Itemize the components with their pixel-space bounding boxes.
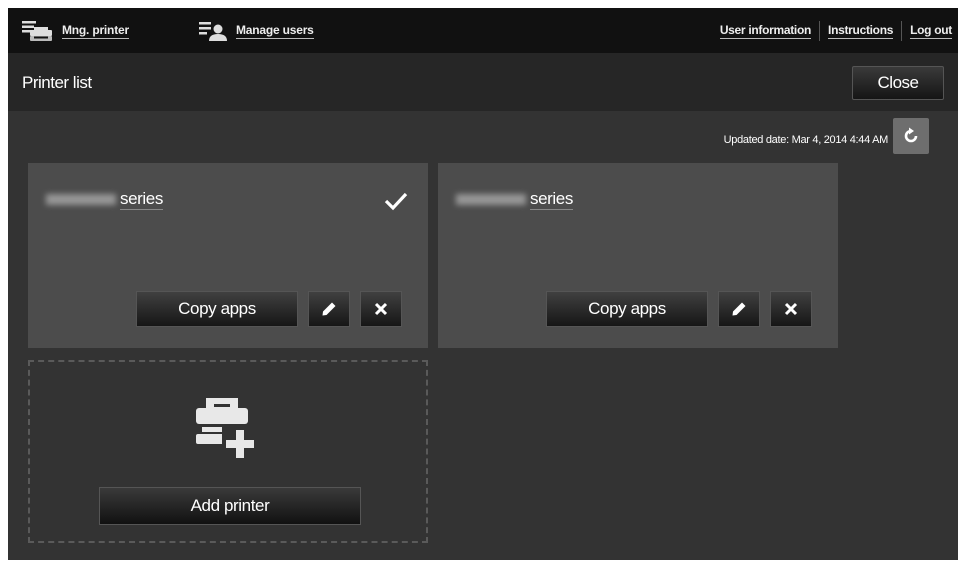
copy-apps-button[interactable]: Copy apps [546, 291, 708, 327]
page-title: Printer list [22, 73, 92, 92]
printer-list-icon [22, 20, 52, 41]
top-navigation-bar: Mng. printer Manage users User informati… [8, 8, 958, 53]
log-out-link[interactable]: Log out [910, 23, 952, 39]
copy-apps-button[interactable]: Copy apps [136, 291, 298, 327]
refresh-icon [904, 127, 918, 143]
user-information-link[interactable]: User information [719, 23, 811, 39]
printer-name-suffix: series [530, 189, 573, 210]
user-list-icon [199, 21, 227, 41]
printer-card[interactable]: series Copy apps [438, 163, 838, 348]
printer-card[interactable]: series Copy apps [28, 163, 428, 348]
account-links: User information Instructions Log out [719, 8, 958, 53]
refresh-button[interactable] [893, 118, 929, 154]
printer-name: series [456, 189, 573, 210]
nav-divider [819, 20, 821, 41]
delete-printer-button[interactable] [360, 291, 402, 327]
pencil-icon [322, 302, 336, 316]
title-bar: Printer list Close [8, 53, 958, 111]
edit-printer-button[interactable] [308, 291, 350, 327]
edit-printer-button[interactable] [718, 291, 760, 327]
close-button[interactable]: Close [852, 66, 944, 100]
redacted-model-name [46, 194, 116, 205]
mng-printer-link[interactable]: Mng. printer [20, 8, 129, 53]
printer-name: series [46, 189, 163, 210]
close-icon [784, 302, 798, 316]
close-icon [374, 302, 388, 316]
checkmark-icon [384, 191, 408, 216]
printer-list-app: Mng. printer Manage users User informati… [8, 8, 958, 560]
mng-printer-label: Mng. printer [62, 22, 129, 39]
manage-users-label: Manage users [236, 22, 314, 39]
instructions-link[interactable]: Instructions [828, 23, 893, 39]
nav-divider [901, 20, 903, 41]
pencil-icon [732, 302, 746, 316]
delete-printer-button[interactable] [770, 291, 812, 327]
manage-users-link[interactable]: Manage users [198, 8, 314, 53]
printer-name-suffix: series [120, 189, 163, 210]
updated-date-text: Updated date: Mar 4, 2014 4:44 AM [723, 134, 889, 146]
add-printer-button[interactable]: Add printer [99, 487, 361, 525]
redacted-model-name [456, 194, 526, 205]
add-printer-panel: Add printer [28, 360, 428, 543]
add-printer-icon [192, 392, 262, 467]
